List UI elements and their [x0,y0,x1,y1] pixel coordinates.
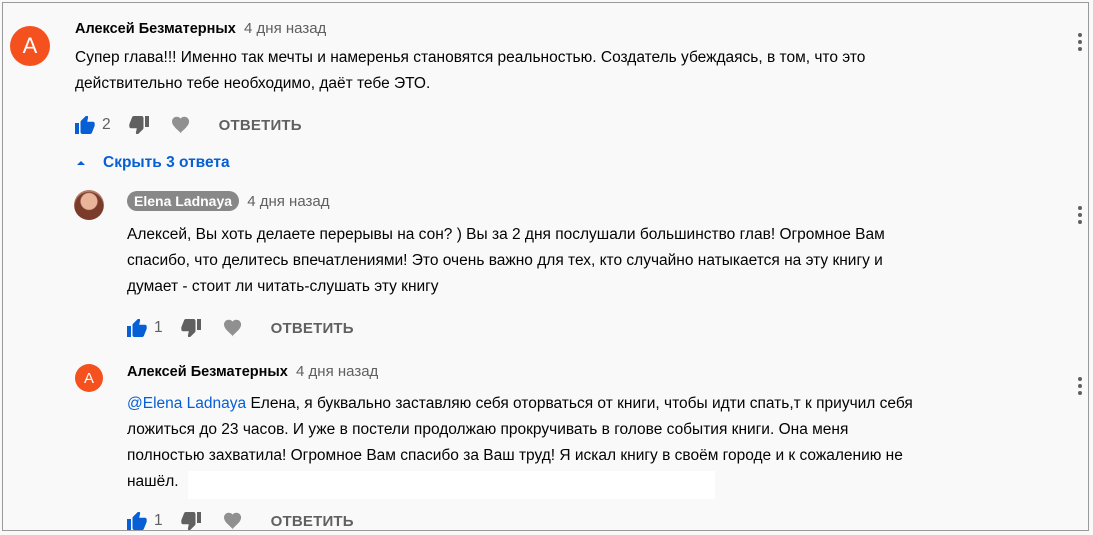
timestamp[interactable]: 4 дня назад [247,193,329,210]
chevron-up-icon [75,157,87,169]
comment-line: думает - стоит ли читать-слушать эту кни… [127,278,439,295]
comment-header: Алексей Безматерных 4 дня назад [75,20,326,37]
timestamp[interactable]: 4 дня назад [244,20,326,37]
comment-line: Супер глава!!! Именно так мечты и намере… [75,49,866,66]
author-name[interactable]: Алексей Безматерных [75,21,236,37]
author-name[interactable]: Elena Ladnaya [127,191,240,211]
mention-link[interactable]: @Elena Ladnaya [127,395,246,412]
comment-line: @Elena Ladnaya Елена, я буквально застав… [127,391,913,417]
comment-line: спасибо, что делитесь впечатлениями! Это… [127,252,883,269]
reply-button[interactable]: ОТВЕТИТЬ [219,117,302,134]
redaction-block [188,471,715,499]
comment-actions: 1 ОТВЕТИТЬ [127,511,354,531]
toggle-label: Скрыть 3 ответа [103,154,230,171]
heart-icon[interactable] [171,115,191,135]
comment-line: действительно тебе необходимо, даёт тебе… [75,75,431,92]
more-options-icon[interactable] [1077,206,1083,228]
more-options-icon[interactable] [1077,377,1083,399]
comment-actions: 2 ОТВЕТИТЬ [75,115,302,135]
avatar[interactable] [74,190,104,220]
like-count: 1 [154,512,163,529]
avatar[interactable]: А [10,26,50,66]
more-options-icon[interactable] [1077,33,1083,55]
author-name[interactable]: Алексей Безматерных [127,364,288,380]
like-icon[interactable] [127,318,147,338]
comment-line-rest: Елена, я буквально заставляю себя оторва… [246,395,913,412]
like-icon[interactable] [75,115,95,135]
dislike-icon[interactable] [180,318,201,338]
comment-text: Супер глава!!! Именно так мечты и намере… [75,45,865,97]
comment-line: ложиться до 23 часов. И уже в постели пр… [127,421,849,438]
comment-line: полностью захватила! Огромное Вам спасиб… [127,447,903,464]
comment-header: Алексей Безматерных 4 дня назад [127,363,378,380]
timestamp[interactable]: 4 дня назад [296,363,378,380]
reply-button[interactable]: ОТВЕТИТЬ [271,320,354,337]
dislike-icon[interactable] [180,511,201,531]
hide-replies-toggle[interactable]: Скрыть 3 ответа [75,154,230,172]
like-count: 1 [154,319,163,336]
heart-icon[interactable] [223,318,243,338]
comment-text: Алексей, Вы хоть делаете перерывы на сон… [127,222,885,300]
reply-button[interactable]: ОТВЕТИТЬ [271,513,354,530]
like-icon[interactable] [127,511,147,531]
heart-icon[interactable] [223,511,243,531]
avatar[interactable]: А [75,364,103,392]
comment-line: Алексей, Вы хоть делаете перерывы на сон… [127,226,885,243]
comment-header: Elena Ladnaya 4 дня назад [127,191,329,211]
like-count: 2 [102,116,111,133]
comment-actions: 1 ОТВЕТИТЬ [127,318,354,338]
dislike-icon[interactable] [128,115,149,135]
